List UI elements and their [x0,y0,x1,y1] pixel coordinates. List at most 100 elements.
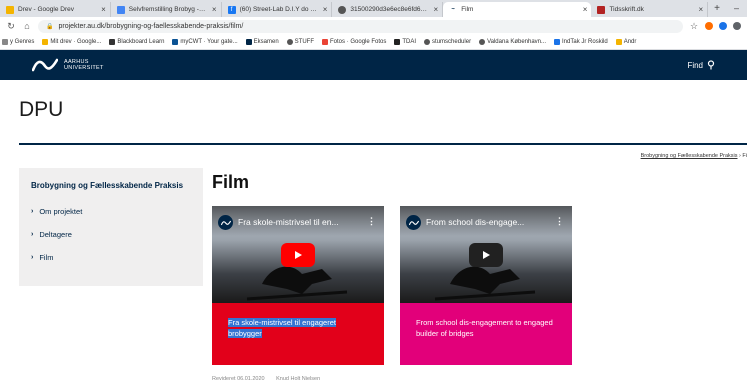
bookmark[interactable]: myCWT · Your gate... [172,39,238,45]
bookmark[interactable]: TDAI [394,39,416,45]
reload-icon[interactable]: ↻ [6,21,16,32]
browser-tab[interactable]: Drev - Google Drev × [0,2,111,17]
find-button[interactable]: Find [687,60,715,70]
tab-title: Film [461,6,474,13]
video-player[interactable]: From school dis-engage... ⋮ [400,206,572,303]
page-heading: Film [212,172,250,192]
video-caption[interactable]: Fra skole-mistrivsel til engageret broby… [212,303,384,365]
logo-line-2: UNIVERSITET [64,65,104,71]
browser-tab-active[interactable]: ~ Film × [443,2,592,17]
browser-tab[interactable]: Selvfremstilling Brobyg - Goo × [111,2,222,17]
au-logo[interactable]: AARHUS UNIVERSITET [32,58,104,72]
star-icon[interactable]: ☆ [689,21,699,32]
channel-avatar[interactable] [218,215,233,230]
url-text: projekter.au.dk/brobygning-og-faellesska… [58,22,244,30]
bookmark[interactable]: STUFF [286,39,314,45]
globe-icon [286,39,293,45]
home-icon[interactable]: ⌂ [22,21,32,31]
bookmark[interactable]: Blackboard Learn [109,39,164,45]
google-docs-icon [116,5,125,14]
blackboard-icon [109,39,116,45]
browser-tab[interactable]: 31500290d3e6ec8e6fd674e1 × [332,2,444,17]
extension-icon[interactable] [719,22,727,30]
globe-icon [338,5,347,14]
breadcrumb: Brobygning og Fællesskabende Praksis › F… [641,153,747,159]
bookmark[interactable]: Eksamen [245,39,279,45]
location-pin-icon [707,60,715,70]
browser-tab-strip: Drev - Google Drev × Selvfremstilling Br… [0,0,747,17]
more-vert-icon[interactable]: ⋮ [367,216,376,227]
sidebar-item-deltagere[interactable]: › Deltagere [31,223,191,246]
au-logo-icon [32,58,58,72]
globe-icon [424,39,431,45]
bookmark[interactable]: Mit drev · Google... [42,39,101,45]
breadcrumb-separator: › [739,153,741,159]
browser-tab[interactable]: Tidsskrift.dk × [591,2,709,17]
chevron-right-icon: › [31,231,34,238]
sidebar-item-label: Film [39,253,54,262]
lock-icon: 🔒 [46,23,54,30]
sidebar-item-om-projektet[interactable]: › Om projektet [31,200,191,223]
bookmark[interactable]: Andr [615,39,636,45]
play-icon [483,251,490,259]
close-icon[interactable]: × [583,5,588,14]
bookmark[interactable]: Valdana København... [479,39,546,45]
site-title[interactable]: DPU [19,98,63,122]
chevron-right-icon: › [31,208,34,215]
video-player[interactable]: Fra skole-mistrivsel til en... ⋮ [212,206,384,303]
sidebar-item-label: Deltagere [39,230,72,239]
close-icon[interactable]: × [323,5,328,14]
video-title[interactable]: Fra skole-mistrivsel til en... [238,217,339,227]
tdai-icon [394,39,401,45]
address-bar-row: ↻ ⌂ 🔒 projekter.au.dk/brobygning-og-fael… [0,17,747,35]
url-bar[interactable]: 🔒 projekter.au.dk/brobygning-og-faelless… [38,19,683,33]
sidebar-title[interactable]: Brobygning og Fællesskabende Praksis [31,180,191,191]
play-icon [295,251,302,259]
extension-icon[interactable] [733,22,741,30]
bookmark[interactable]: y Genres [2,39,34,45]
close-icon[interactable]: × [434,5,439,14]
tab-title: (60) Street-Lab D.I.Y do it you [239,6,318,13]
tab-title: Tidsskrift.dk [609,6,644,13]
play-button[interactable] [281,243,315,267]
google-photos-icon [322,39,329,45]
more-vert-icon[interactable]: ⋮ [555,216,564,227]
video-card: From school dis-engage... ⋮ From school … [400,206,572,365]
close-icon[interactable]: × [101,5,106,14]
revised-date: Revideret 06.01.2020 [212,376,265,382]
page-author[interactable]: Knud Holt Nielsen [276,376,320,382]
chevron-right-icon: › [31,254,34,261]
au-logo-icon [245,39,252,45]
tab-title: 31500290d3e6ec8e6fd674e1 [350,6,429,13]
au-logo-icon [220,220,231,225]
au-logo-icon [408,220,419,225]
extension-icon[interactable] [705,22,713,30]
site-header: AARHUS UNIVERSITET Find [0,50,747,80]
globe-icon [479,39,486,45]
bookmark-icon [2,39,8,45]
minimize-icon[interactable]: – [726,2,747,17]
play-button[interactable] [469,243,503,267]
breadcrumb-current: Fi [742,153,747,159]
google-drive-icon [42,39,49,45]
tidsskrift-icon [597,5,606,14]
bookmarks-bar: y Genres Mit drev · Google... Blackboard… [0,35,747,50]
google-drive-icon [6,5,14,14]
channel-avatar[interactable] [406,215,421,230]
breadcrumb-link[interactable]: Brobygning og Fællesskabende Praksis [641,153,738,159]
video-caption[interactable]: From school dis-engagement to engaged bu… [400,303,572,365]
bookmark[interactable]: IndTak Jr Roskild [554,39,608,45]
bookmark[interactable]: stumscheduler [424,39,471,45]
close-icon[interactable]: × [212,5,217,14]
bookmark[interactable]: Fotos · Google Fotos [322,39,386,45]
page-meta: Revideret 06.01.2020 Knud Holt Nielsen [212,376,330,382]
header-divider [19,143,747,145]
close-icon[interactable]: × [698,5,703,14]
new-tab-button[interactable]: + [708,2,726,17]
au-logo-icon: ~ [451,6,455,13]
tab-title: Drev - Google Drev [18,6,74,13]
browser-tab[interactable]: f (60) Street-Lab D.I.Y do it you × [222,2,333,17]
video-title[interactable]: From school dis-engage... [426,217,524,227]
sidebar-item-film[interactable]: › Film [31,246,191,269]
facebook-icon: f [227,5,236,14]
